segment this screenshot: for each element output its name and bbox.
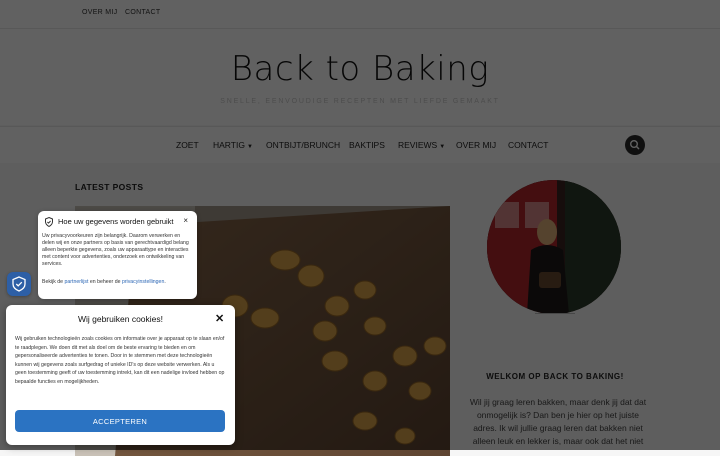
privacy-popup-links: Bekijk de partnerlijst en beheer de priv… <box>42 279 192 286</box>
site-header: Back to Baking SNELLE, EENVOUDIGE RECEPT… <box>0 29 720 125</box>
top-bar: OVER MIJ CONTACT <box>0 0 720 29</box>
chevron-down-icon: ▼ <box>439 144 446 150</box>
author-avatar <box>487 180 621 314</box>
cookie-dialog-title: Wij gebruiken cookies! <box>77 314 164 324</box>
site-logo[interactable]: Back to Baking <box>0 49 720 89</box>
shield-icon <box>45 216 53 228</box>
privacy-info-popup: Hoe uw gegevens worden gebruikt × Uw pri… <box>38 211 197 299</box>
cookie-consent-dialog: Wij gebruiken cookies! ✕ Wij gebruiken t… <box>6 305 235 445</box>
nav-item-baktips[interactable]: BAKTIPS <box>349 140 385 150</box>
main-nav: ZOET HARTIG ▼ ONTBIJT/BRUNCH BAKTIPS REVI… <box>0 126 720 164</box>
sidebar-welcome-title: WELKOM OP BACK TO BAKING! <box>486 372 624 381</box>
nav-item-ontbijt-brunch[interactable]: ONTBIJT/BRUNCH <box>266 140 340 150</box>
search-icon <box>629 139 640 150</box>
nav-item-label: HARTIG <box>213 140 245 150</box>
privacy-popup-body: Uw privacyvoorkeuren zijn belangrijk. Da… <box>42 233 189 267</box>
accept-cookies-button[interactable]: ACCEPTEREN <box>15 410 225 432</box>
nav-item-label: REVIEWS <box>398 140 438 150</box>
nav-item-reviews[interactable]: REVIEWS ▼ <box>398 140 445 150</box>
shield-icon <box>12 276 26 292</box>
top-nav-contact[interactable]: CONTACT <box>125 9 160 16</box>
sidebar-about-text: Wil jij graag leren bakken, maar denk ji… <box>469 397 647 446</box>
close-icon[interactable]: × <box>183 216 188 225</box>
sidebar-divider <box>535 313 575 314</box>
chevron-down-icon: ▼ <box>246 144 253 150</box>
site-tagline: SNELLE, EENVOUDIGE RECEPTEN MET LIEFDE G… <box>220 98 500 105</box>
nav-item-zoet[interactable]: ZOET <box>176 140 199 150</box>
nav-item-label: CONTACT <box>508 140 549 150</box>
nav-item-label: ONTBIJT/BRUNCH <box>266 140 341 150</box>
sidebar: WELKOM OP BACK TO BAKING! Wil jij graag … <box>455 163 655 450</box>
nav-item-hartig[interactable]: HARTIG ▼ <box>213 140 253 150</box>
author-photo <box>487 180 621 314</box>
nav-item-contact[interactable]: CONTACT <box>508 140 548 150</box>
privacy-popup-title: Hoe uw gegevens worden gebruikt <box>58 217 174 226</box>
latest-posts-heading: LATEST POSTS <box>75 182 144 192</box>
close-icon[interactable]: ✕ <box>215 312 224 325</box>
nav-item-label: OVER MIJ <box>456 140 497 150</box>
privacy-links-prefix: Bekijk de <box>42 279 64 285</box>
nav-item-label: ZOET <box>176 140 199 150</box>
nav-item-label: BAKTIPS <box>349 140 385 150</box>
privacy-settings-link[interactable]: privacyinstellingen <box>122 279 164 285</box>
privacy-links-suffix: . <box>164 279 166 285</box>
nav-item-over-mij[interactable]: OVER MIJ <box>456 140 496 150</box>
privacy-settings-button[interactable] <box>7 272 31 296</box>
partner-list-link[interactable]: partnerlijst <box>65 279 89 285</box>
top-nav-over-mij[interactable]: OVER MIJ <box>82 9 117 16</box>
privacy-links-middle: en beheer de <box>89 279 121 285</box>
cookie-dialog-body: Wij gebruiken technologieën zoals cookie… <box>15 336 225 385</box>
search-button[interactable] <box>625 135 645 155</box>
